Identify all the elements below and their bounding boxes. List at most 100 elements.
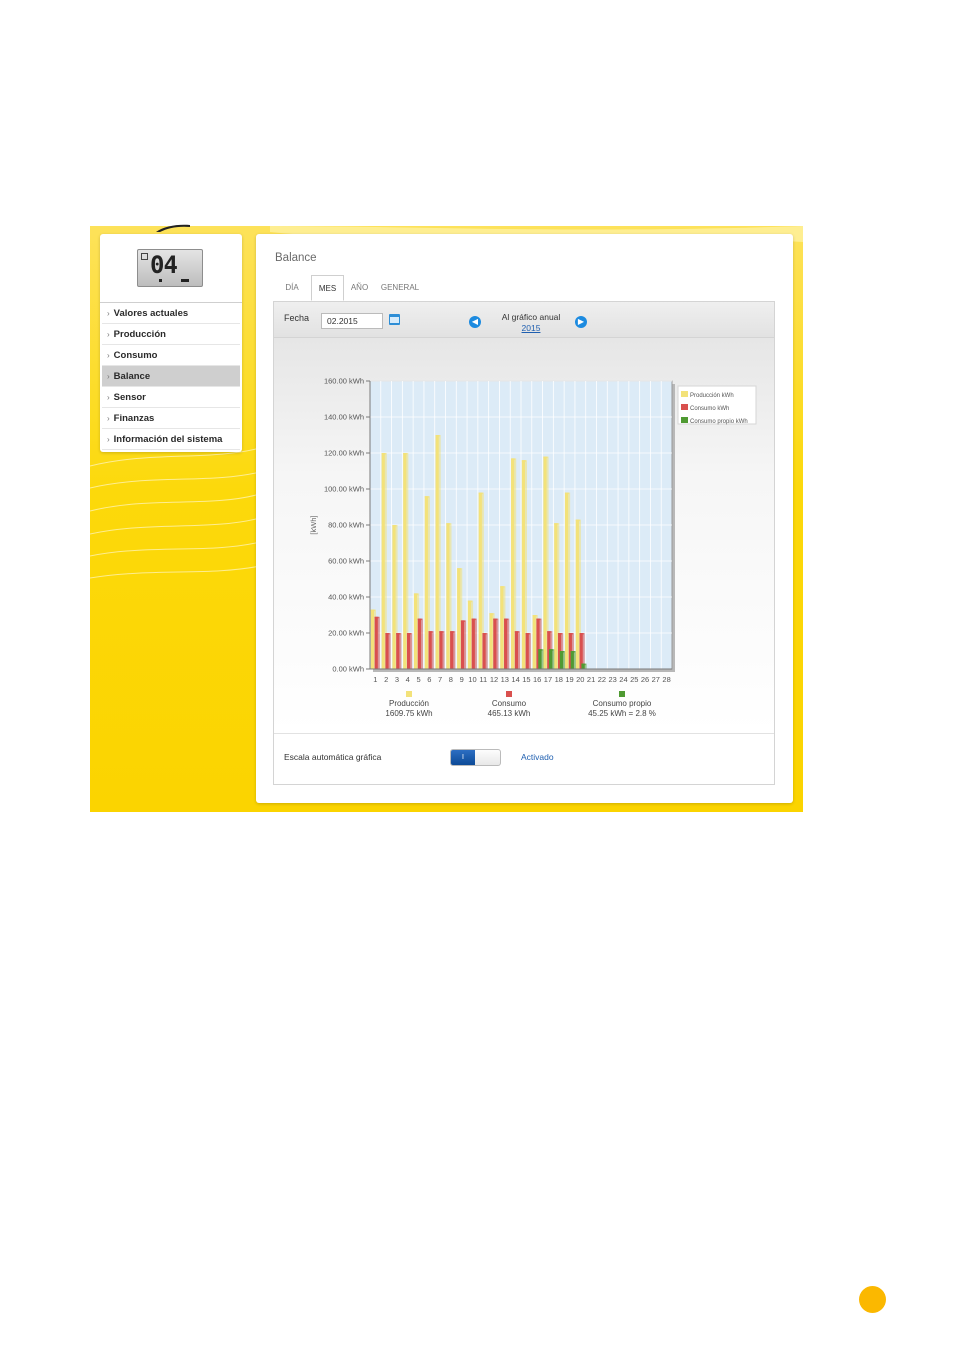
total-name: Consumo propio: [593, 699, 652, 708]
sidebar-item-sensor[interactable]: › Sensor: [102, 387, 240, 408]
bar-top: [396, 633, 401, 635]
bar-top: [385, 633, 390, 635]
x-tick-label: 11: [479, 675, 487, 684]
total-value: 1609.75 kWh: [385, 709, 432, 718]
x-tick-label: 13: [501, 675, 509, 684]
bar-top: [500, 586, 505, 588]
brand-swoosh-icon: [156, 224, 190, 232]
bar: [489, 613, 493, 669]
bar: [564, 492, 569, 669]
tab-ano[interactable]: AÑO: [344, 275, 375, 301]
bar-top: [471, 618, 476, 621]
bar: [538, 649, 542, 669]
x-tick-label: 20: [576, 675, 584, 684]
sidebar-item-valores-actuales[interactable]: › Valores actuales: [102, 303, 240, 324]
bar: [403, 453, 407, 669]
arrow-left-icon[interactable]: ◀: [469, 316, 481, 328]
bar-top: [538, 649, 543, 651]
divider: [274, 733, 774, 734]
y-tick-label: 80.00 kWh: [328, 521, 364, 530]
tab-general[interactable]: GENERAL: [375, 275, 425, 301]
bar-top: [570, 651, 575, 653]
x-tick-label: 23: [609, 675, 617, 684]
total-swatch: [506, 691, 512, 697]
sidebar-item-finanzas[interactable]: › Finanzas: [102, 408, 240, 429]
x-tick-label: 16: [533, 675, 541, 684]
bar: [413, 593, 418, 669]
y-tick-label: 60.00 kWh: [328, 557, 364, 566]
x-tick-label: 18: [555, 675, 563, 684]
balance-chart: 0.00 kWh 20.00 kWh 40.00 kWh 60.00 kWh 80.00…: [309, 377, 757, 718]
x-tick-label: 5: [416, 675, 420, 684]
bar-top: [557, 633, 563, 635]
x-tick-label: 22: [598, 675, 606, 684]
bar-top: [467, 600, 473, 603]
fecha-input[interactable]: [321, 313, 383, 329]
sidebar: 04 › Valores actuales › Producción › Consum…: [100, 234, 242, 452]
bar-top: [446, 523, 451, 525]
x-tick-label: 7: [438, 675, 442, 684]
bar: [514, 631, 519, 669]
chevron-right-icon: ›: [107, 351, 110, 360]
bar-top: [521, 460, 526, 462]
sidebar-item-balance[interactable]: › Balance: [102, 366, 240, 387]
y-tick-label: 140.00 kWh: [324, 413, 364, 422]
total-swatch: [406, 691, 412, 697]
y-tick-label: 160.00 kWh: [324, 377, 364, 386]
sidebar-item-informacion-sistema[interactable]: › Información del sistema: [102, 429, 240, 450]
x-tick-label: 9: [460, 675, 464, 684]
x-tick-label: 4: [406, 675, 410, 684]
bar-top: [575, 519, 580, 522]
sidebar-item-label: Información del sistema: [113, 434, 223, 445]
bar-top: [381, 453, 386, 455]
bar-top: [549, 649, 554, 651]
bar: [478, 492, 482, 669]
tab-bar: DÍA MES AÑO GENERAL: [273, 275, 775, 301]
bar-top: [428, 631, 433, 633]
legend-swatch: [681, 417, 688, 423]
autoscale-toggle[interactable]: I: [450, 749, 501, 766]
bar: [374, 616, 378, 669]
autoscale-label: Escala automática gráfica: [284, 752, 382, 762]
x-tick-label: 17: [544, 675, 552, 684]
legend-entry: Consumo kWh: [690, 406, 729, 412]
bar-top: [559, 651, 565, 653]
bar-top: [403, 453, 408, 455]
calendar-icon[interactable]: [389, 314, 400, 325]
tab-dia[interactable]: DÍA: [273, 275, 311, 301]
sidebar-item-produccion[interactable]: › Producción: [102, 324, 240, 345]
bar: [450, 631, 454, 669]
x-tick-label: 8: [449, 675, 453, 684]
x-tick-label: 19: [565, 675, 573, 684]
total-swatch: [619, 691, 625, 697]
bar-top: [581, 663, 586, 666]
x-tick-label: 14: [511, 675, 519, 684]
bar-top: [579, 633, 584, 635]
bar: [435, 435, 439, 669]
sidebar-item-label: Consumo: [113, 350, 158, 361]
annual-chart-link[interactable]: 2015: [489, 323, 573, 333]
lcd-dot: [159, 279, 162, 282]
chevron-right-icon: ›: [107, 393, 110, 402]
bar-top: [417, 618, 422, 621]
bar: [521, 460, 525, 669]
arrow-right-icon[interactable]: ▶: [575, 316, 587, 328]
chevron-right-icon: ›: [107, 330, 110, 339]
bar: [428, 631, 432, 669]
x-tick-label: 21: [587, 675, 595, 684]
chart-toolbar: Fecha ◀ Al gráfico anual 2015 ▶: [274, 302, 774, 338]
sidebar-item-consumo[interactable]: › Consumo: [102, 345, 240, 366]
bar-top: [525, 633, 530, 635]
sidebar-item-label: Producción: [113, 329, 166, 340]
bar: [493, 618, 497, 669]
tab-mes[interactable]: MES: [311, 275, 344, 301]
x-tick-label: 28: [662, 675, 670, 684]
x-tick-label: 10: [468, 675, 476, 684]
x-tick-label: 15: [522, 675, 530, 684]
bar: [457, 568, 461, 669]
bar: [511, 458, 515, 669]
bar-top: [424, 496, 429, 498]
legend-swatch: [681, 404, 688, 410]
bar: [543, 456, 547, 669]
fecha-label: Fecha: [284, 313, 310, 323]
